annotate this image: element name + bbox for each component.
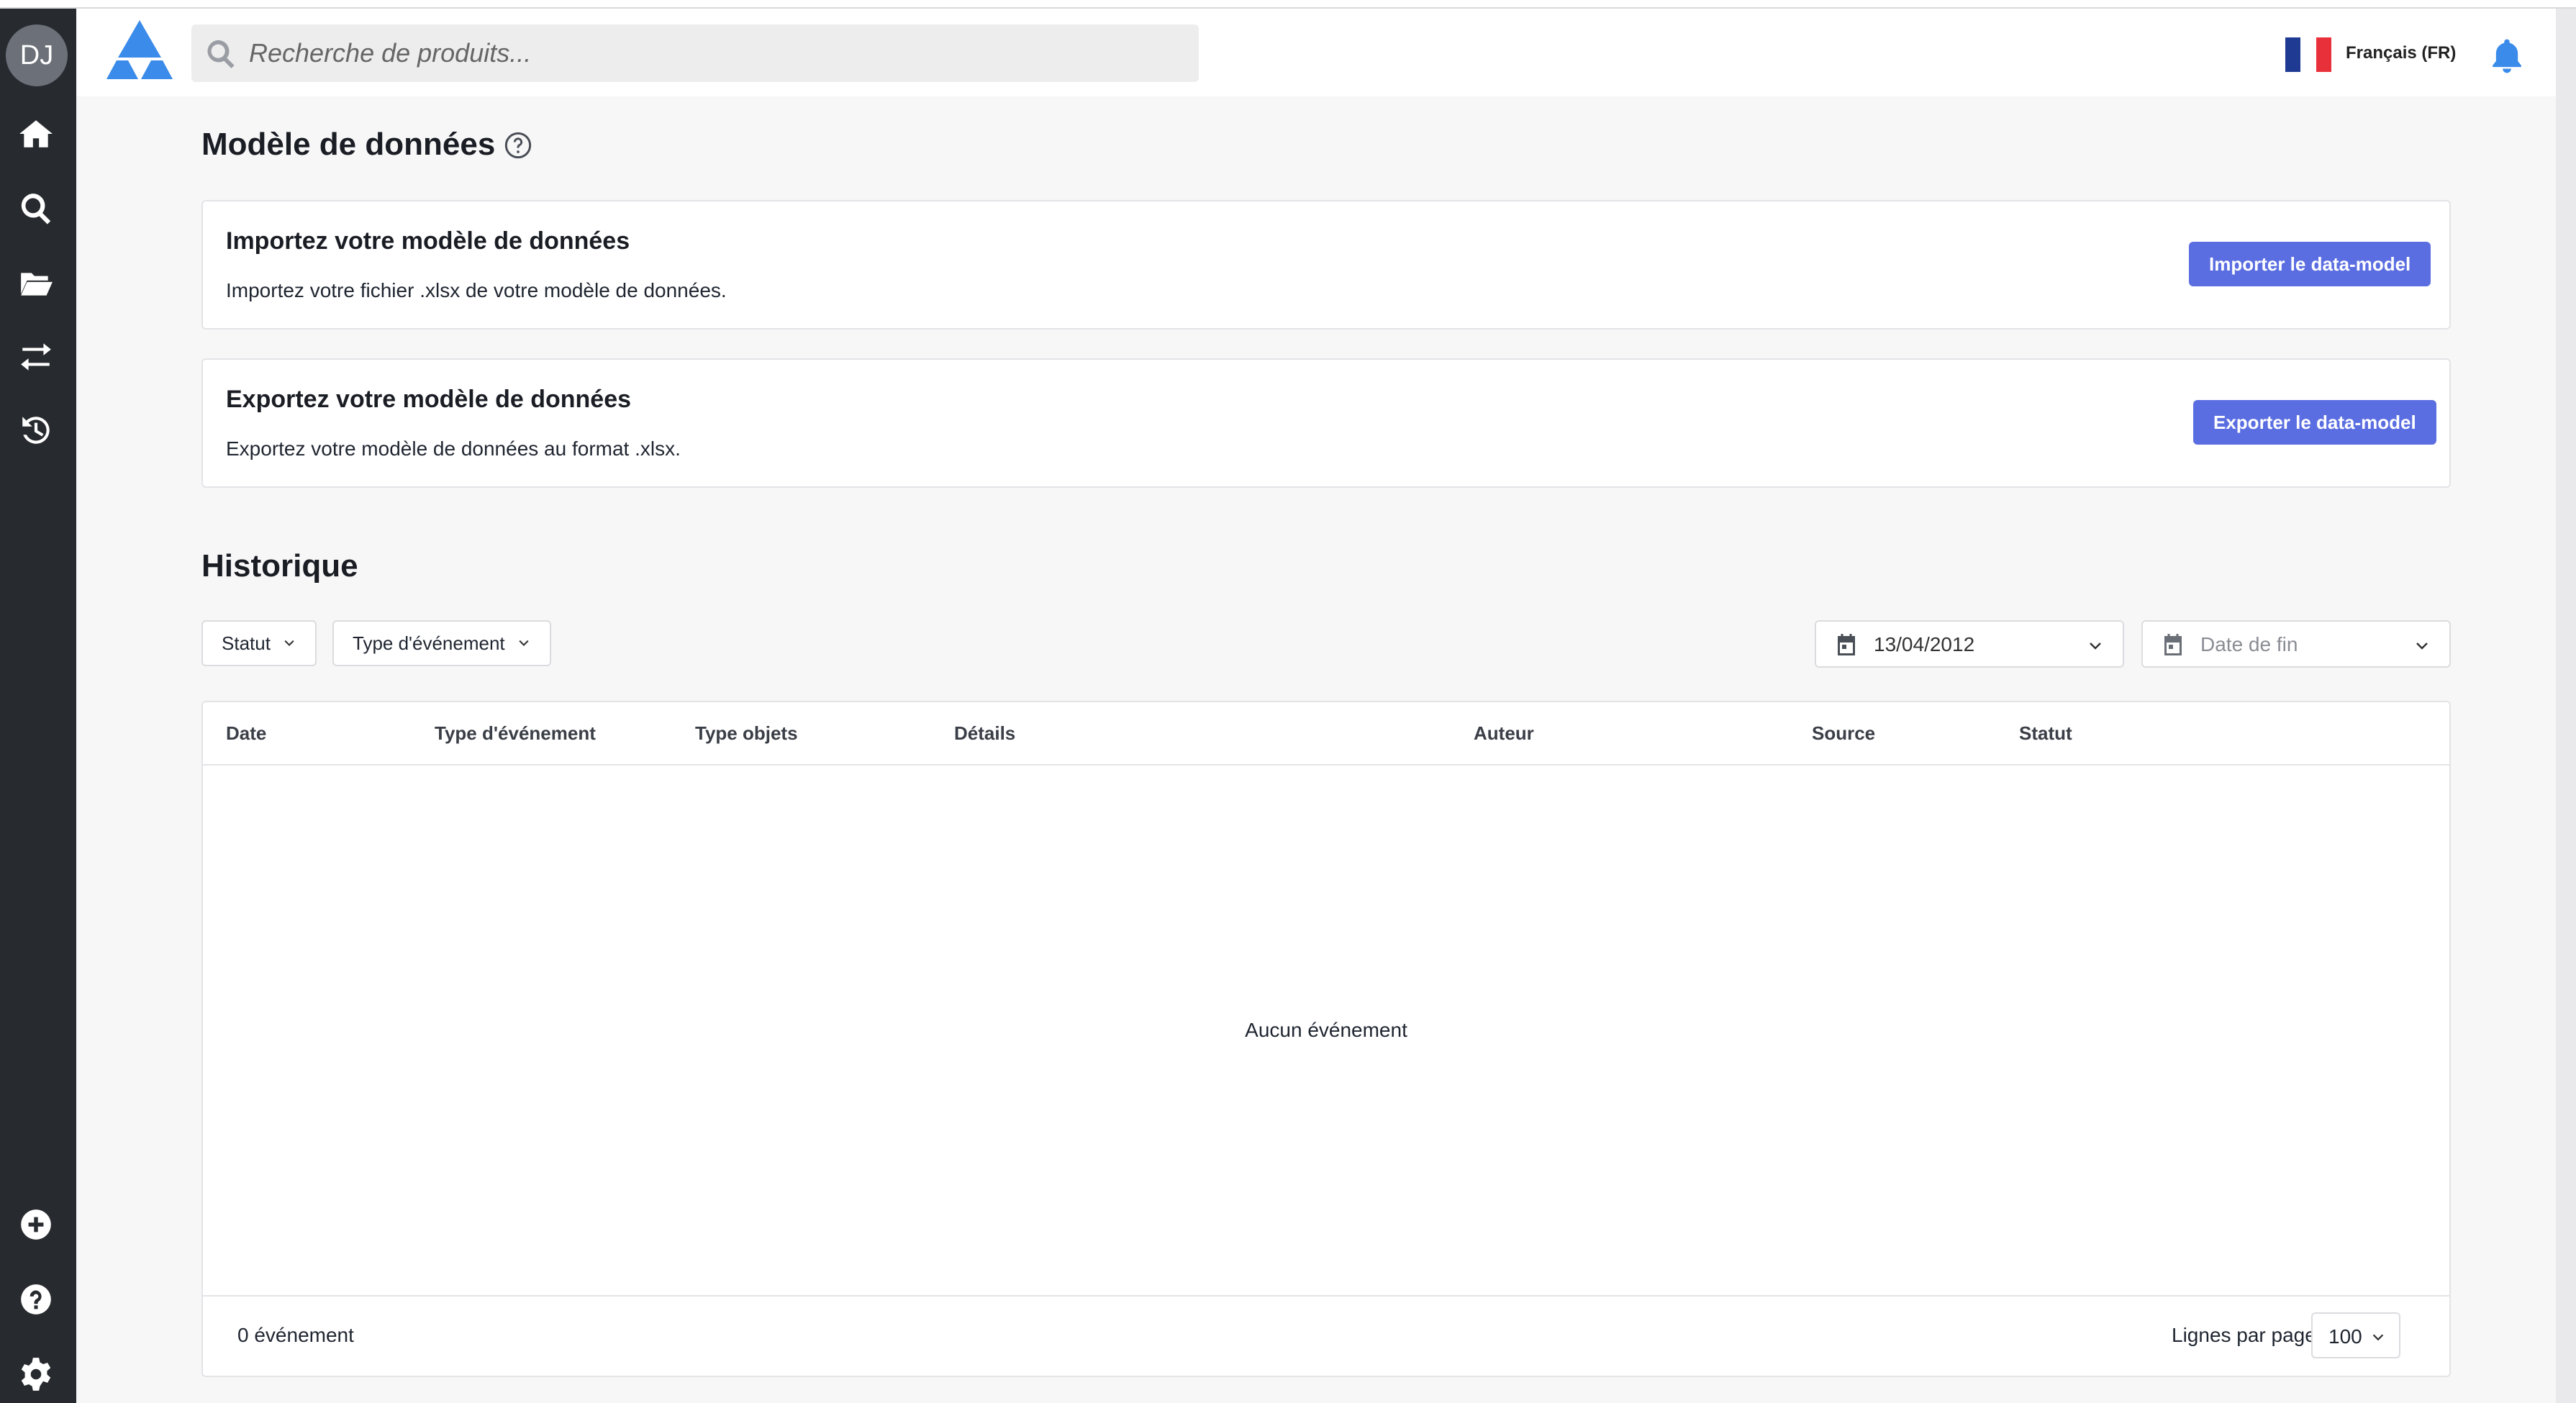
history-title: Historique xyxy=(201,548,358,584)
rows-per-page-label: Lignes par page xyxy=(2172,1324,2316,1346)
start-date-picker[interactable]: 13/04/2012 xyxy=(1815,620,2124,668)
search-icon xyxy=(207,40,235,68)
chevron-down-icon xyxy=(519,640,529,646)
end-date-placeholder: Date de fin xyxy=(2200,633,2298,655)
top-header: Français (FR) xyxy=(76,9,2576,96)
import-card-description: Importez votre fichier .xlsx de votre mo… xyxy=(226,279,727,301)
language-selector[interactable]: Français (FR) xyxy=(2346,43,2456,63)
export-card-description: Exportez votre modèle de données au form… xyxy=(226,437,681,460)
rows-per-page-select[interactable]: 100 xyxy=(2311,1312,2400,1358)
calendar-icon xyxy=(1838,634,1855,655)
chevron-down-icon xyxy=(2090,643,2101,650)
export-card: Exportez votre modèle de données Exporte… xyxy=(201,358,2451,488)
chevron-down-icon xyxy=(2416,643,2428,650)
notification-bell-icon[interactable] xyxy=(2487,35,2527,78)
help-circle-icon[interactable] xyxy=(504,131,532,160)
avatar[interactable]: DJ xyxy=(6,24,68,86)
export-data-model-button[interactable]: Exporter le data-model xyxy=(2193,400,2436,445)
settings-icon[interactable] xyxy=(16,1354,56,1394)
column-header-status[interactable]: Statut xyxy=(2019,722,2072,745)
table-header: Date Type d'événement Type objets Détail… xyxy=(203,702,2449,766)
column-header-event-type[interactable]: Type d'événement xyxy=(435,722,596,745)
rows-per-page-value: 100 xyxy=(2328,1325,2362,1348)
empty-state-message: Aucun événement xyxy=(1245,1019,1407,1041)
history-icon[interactable] xyxy=(16,410,56,450)
search-icon[interactable] xyxy=(16,189,56,229)
add-icon[interactable] xyxy=(16,1204,56,1245)
window-right-edge xyxy=(2556,9,2576,1403)
status-filter-label: Statut xyxy=(222,632,271,654)
column-header-author[interactable]: Auteur xyxy=(1474,722,1534,745)
start-date-value: 13/04/2012 xyxy=(1874,633,1975,655)
table-footer: 0 événement Lignes par page 100 xyxy=(203,1295,2449,1376)
column-header-details[interactable]: Détails xyxy=(954,722,1015,745)
column-header-object-type[interactable]: Type objets xyxy=(695,722,798,745)
help-icon[interactable] xyxy=(16,1279,56,1320)
chevron-down-icon xyxy=(284,640,294,646)
column-header-date[interactable]: Date xyxy=(226,722,266,745)
import-card-title: Importez votre modèle de données xyxy=(226,227,630,255)
main-content: Modèle de données Importez votre modèle … xyxy=(76,96,2576,1403)
import-card: Importez votre modèle de données Importe… xyxy=(201,200,2451,330)
search-bar[interactable] xyxy=(191,24,1199,82)
home-icon[interactable] xyxy=(16,114,56,154)
history-table: Date Type d'événement Type objets Détail… xyxy=(201,701,2451,1377)
sidebar: DJ xyxy=(0,9,76,1403)
folder-icon[interactable] xyxy=(16,263,56,304)
page-title: Modèle de données xyxy=(201,127,496,162)
import-data-model-button[interactable]: Importer le data-model xyxy=(2189,242,2431,286)
calendar-icon xyxy=(2164,634,2182,655)
search-input[interactable] xyxy=(249,32,1177,75)
chevron-down-icon xyxy=(2372,1334,2384,1341)
transfer-icon[interactable] xyxy=(16,337,56,377)
column-header-source[interactable]: Source xyxy=(1812,722,1875,745)
event-count: 0 événement xyxy=(237,1324,354,1346)
export-card-title: Exportez votre modèle de données xyxy=(226,386,632,413)
status-filter[interactable]: Statut xyxy=(201,620,317,666)
window-top-edge xyxy=(0,0,2576,9)
event-type-filter-label: Type d'événement xyxy=(353,632,505,654)
end-date-picker[interactable]: Date de fin xyxy=(2141,620,2451,668)
app-logo[interactable] xyxy=(104,17,176,82)
french-flag-icon[interactable] xyxy=(2285,37,2331,72)
event-type-filter[interactable]: Type d'événement xyxy=(332,620,551,666)
